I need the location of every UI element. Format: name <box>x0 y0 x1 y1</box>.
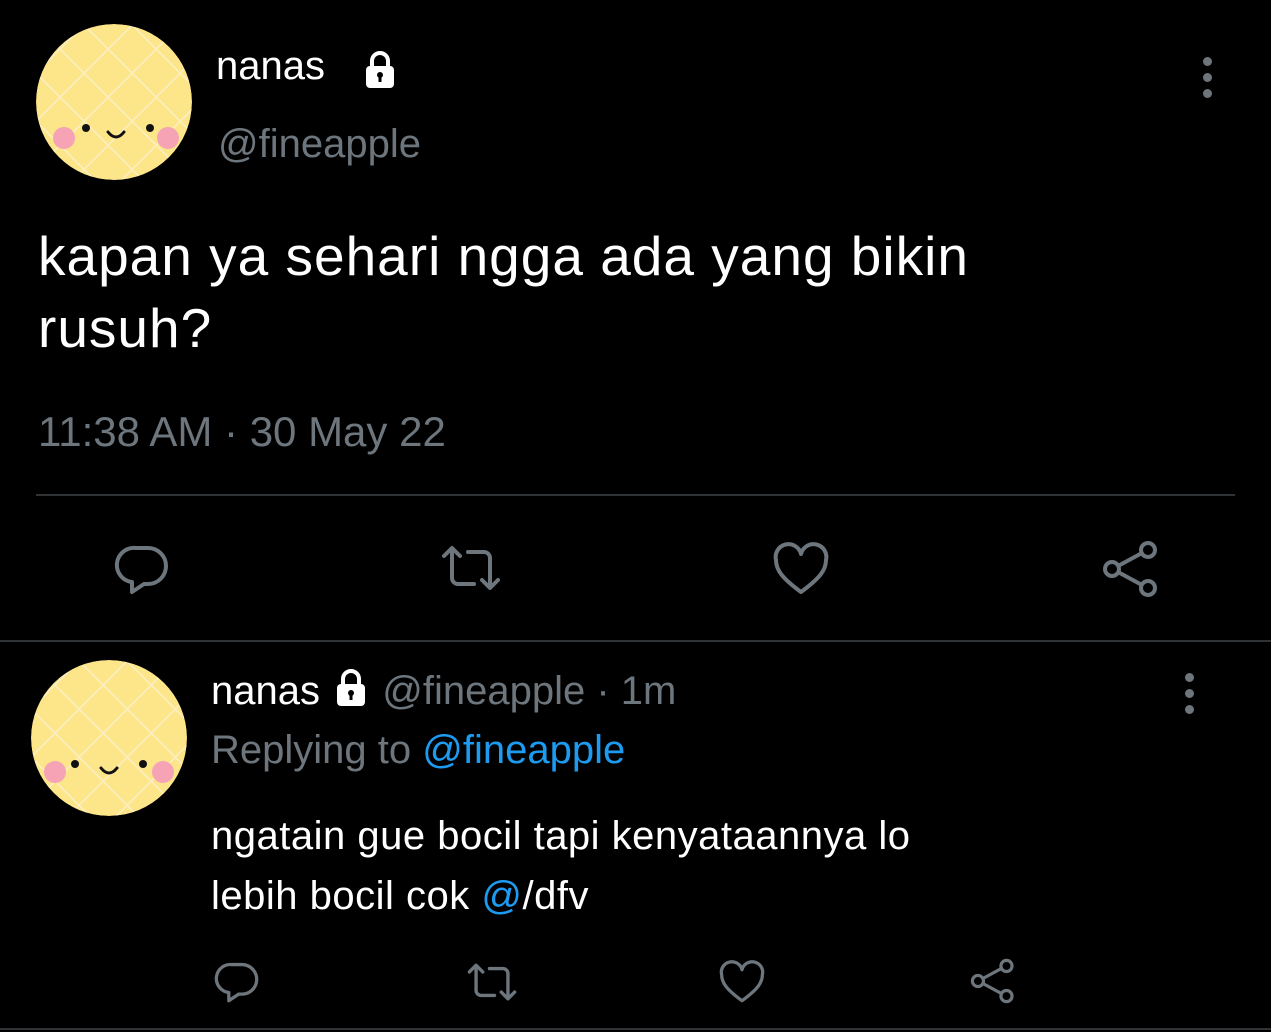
tweet-age[interactable]: 1m <box>621 669 677 713</box>
retweet-icon[interactable] <box>440 542 502 594</box>
share-icon[interactable] <box>1100 540 1162 598</box>
reply-header: nanas @fineapple · 1m <box>211 668 676 714</box>
share-icon[interactable] <box>968 958 1018 1004</box>
separator-dot: · <box>224 408 239 455</box>
lock-icon <box>360 50 400 90</box>
more-options-icon[interactable] <box>1203 57 1212 98</box>
author-name[interactable]: nanas <box>216 44 325 89</box>
tweet-text-plain: lebih bocil cok <box>211 874 482 918</box>
tweet-text-line: ngatain gue bocil tapi kenyataannya lo <box>211 814 911 858</box>
mention-link[interactable]: @ <box>481 874 522 918</box>
author-handle[interactable]: @fineapple <box>218 122 421 167</box>
divider <box>36 494 1235 496</box>
author-handle[interactable]: @fineapple <box>382 669 585 713</box>
like-icon[interactable] <box>718 960 766 1004</box>
separator-dot: · <box>596 669 610 713</box>
tweet-time: 11:38 AM <box>38 408 213 455</box>
retweet-icon[interactable] <box>466 960 518 1004</box>
reply-icon[interactable] <box>114 540 170 596</box>
tweet-text: kapan ya sehari ngga ada yang bikin rusu… <box>38 220 969 364</box>
more-options-icon[interactable] <box>1185 673 1194 714</box>
replying-to-handle[interactable]: @fineapple <box>422 728 625 772</box>
tweet-timestamp[interactable]: 11:38 AM · 30 May 22 <box>38 408 446 456</box>
tweet-text: ngatain gue bocil tapi kenyataannya lo l… <box>211 806 911 926</box>
tweet-text-line: lebih bocil cok @/dfv <box>211 866 911 926</box>
tweet-date: 30 May 22 <box>249 408 446 455</box>
tweet-text-line: kapan ya sehari ngga ada yang bikin <box>38 225 969 287</box>
like-icon[interactable] <box>772 542 830 596</box>
tweet-text-plain: /dfv <box>522 874 589 918</box>
avatar[interactable] <box>31 660 187 816</box>
replying-to: Replying to @fineapple <box>211 728 625 773</box>
avatar[interactable] <box>36 24 192 180</box>
lock-icon <box>331 668 371 708</box>
tweet-text-line: rusuh? <box>38 297 213 359</box>
divider <box>0 640 1271 642</box>
replying-to-label: Replying to <box>211 728 412 772</box>
divider <box>0 1028 1271 1030</box>
author-name[interactable]: nanas <box>211 669 320 713</box>
reply-icon[interactable] <box>214 958 260 1004</box>
